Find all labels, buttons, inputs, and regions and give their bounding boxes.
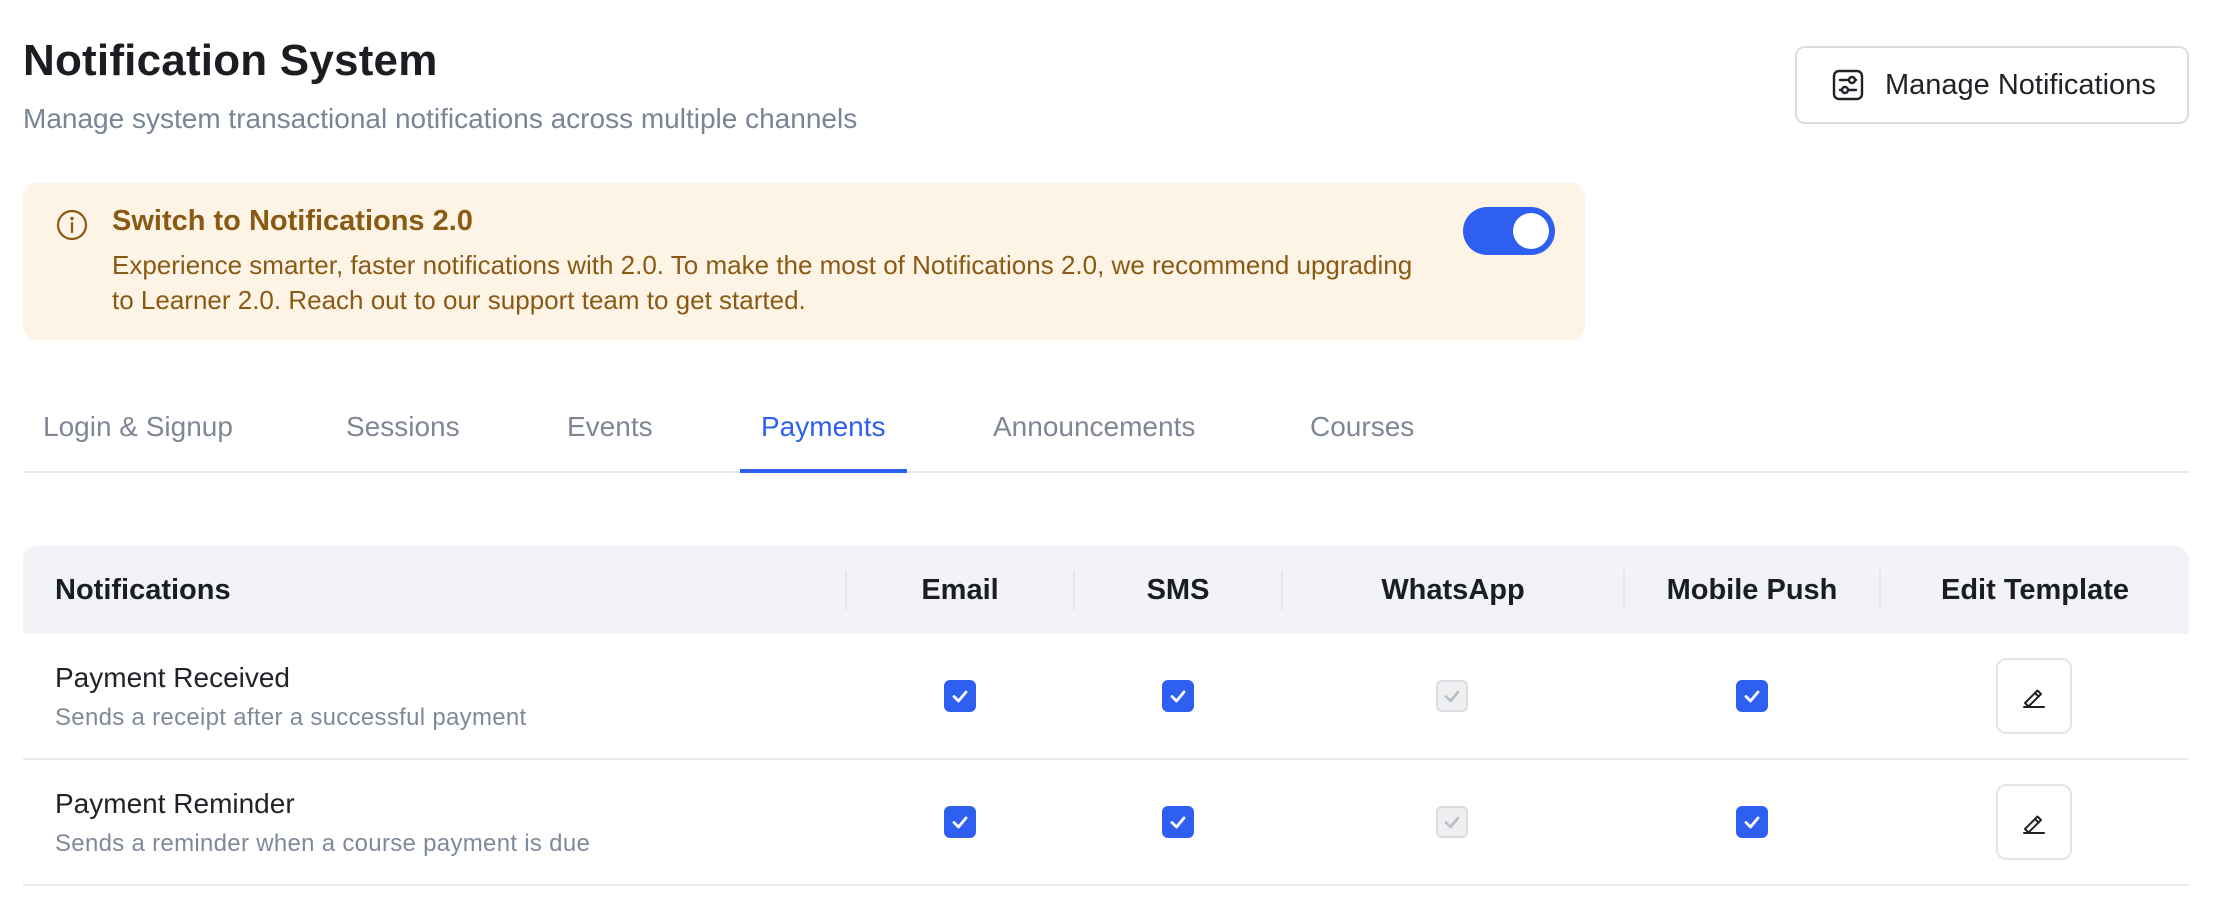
pencil-edit-icon <box>2023 815 2045 834</box>
email-checkbox[interactable] <box>944 680 976 712</box>
column-header-whatsapp: WhatsApp <box>1381 573 1525 606</box>
column-header-mobile-push: Mobile Push <box>1666 573 1838 606</box>
notifications-upgrade-banner: Switch to Notifications 2.0 Experience s… <box>23 183 1585 340</box>
tab-courses[interactable]: Courses <box>1310 395 1414 471</box>
notifications-2-toggle[interactable] <box>1463 207 1555 255</box>
check-icon <box>1444 816 1460 829</box>
check-icon <box>1744 816 1760 829</box>
notifications-table: Notifications Email SMS WhatsApp Mobile … <box>23 546 2189 886</box>
notification-description: Sends a receipt after a successful payme… <box>55 704 527 731</box>
tab-payments[interactable]: Payments <box>740 395 907 473</box>
check-icon <box>1170 690 1186 703</box>
check-icon <box>952 690 968 703</box>
check-icon <box>1170 816 1186 829</box>
notification-name: Payment Received <box>55 662 291 693</box>
edit-template-button[interactable] <box>1996 658 2072 734</box>
toggle-knob <box>1513 213 1549 249</box>
notification-name: Payment Reminder <box>55 788 295 819</box>
info-icon <box>55 208 89 242</box>
mobile-push-checkbox[interactable] <box>1736 806 1768 838</box>
page-title: Notification System <box>23 36 438 85</box>
manage-notifications-button[interactable]: Manage Notifications <box>1795 46 2189 124</box>
category-tabs: Login & Signup Sessions Events Payments … <box>23 395 2189 473</box>
column-header-email: Email <box>921 573 999 606</box>
table-row: Payment Received Sends a receipt after a… <box>23 634 2189 760</box>
edit-template-button[interactable] <box>1996 784 2072 860</box>
banner-text: Experience smarter, faster notifications… <box>112 250 1413 315</box>
table-header: Notifications Email SMS WhatsApp Mobile … <box>23 546 2189 634</box>
mobile-push-checkbox[interactable] <box>1736 680 1768 712</box>
notification-description: Sends a reminder when a course payment i… <box>55 830 591 857</box>
check-icon <box>952 816 968 829</box>
tab-login-signup[interactable]: Login & Signup <box>43 395 233 471</box>
tab-sessions[interactable]: Sessions <box>346 395 460 471</box>
tab-events[interactable]: Events <box>567 395 653 471</box>
sms-checkbox[interactable] <box>1162 680 1194 712</box>
column-header-sms: SMS <box>1146 573 1210 606</box>
check-icon <box>1744 690 1760 703</box>
pencil-edit-icon <box>2023 689 2045 708</box>
column-header-notifications: Notifications <box>55 573 231 606</box>
banner-title: Switch to Notifications 2.0 <box>112 205 473 237</box>
whatsapp-checkbox[interactable] <box>1436 806 1468 838</box>
tab-announcements[interactable]: Announcements <box>993 395 1195 471</box>
column-header-edit-template: Edit Template <box>1941 573 2129 606</box>
sliders-settings-icon <box>1831 68 1865 102</box>
check-icon <box>1444 690 1460 703</box>
email-checkbox[interactable] <box>944 806 976 838</box>
page-subtitle: Manage system transactional notification… <box>23 103 858 134</box>
table-row: Payment Reminder Sends a reminder when a… <box>23 760 2189 886</box>
sms-checkbox[interactable] <box>1162 806 1194 838</box>
manage-notifications-label: Manage Notifications <box>1885 68 2156 101</box>
whatsapp-checkbox[interactable] <box>1436 680 1468 712</box>
